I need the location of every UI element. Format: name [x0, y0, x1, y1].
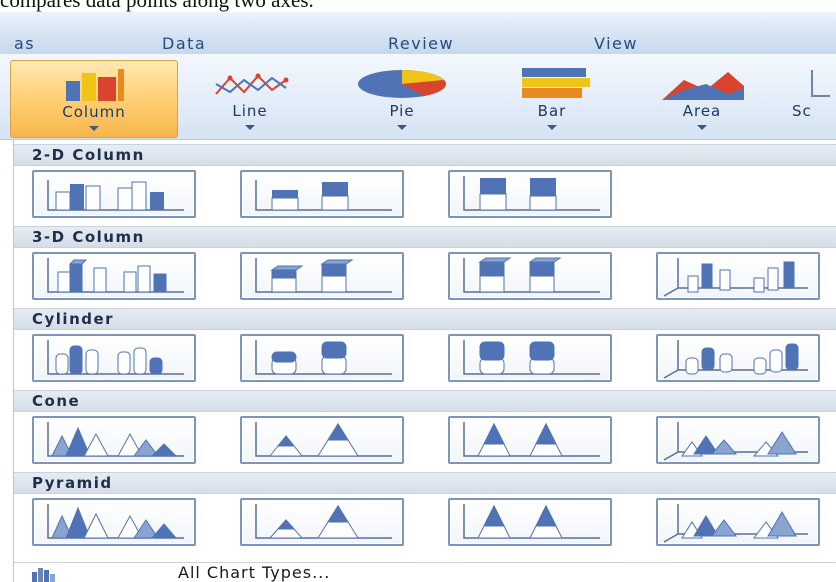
section-title: Cone: [32, 392, 81, 410]
line-chart-button[interactable]: Line: [190, 60, 310, 138]
pie-chart-label: Pie: [389, 102, 415, 120]
clustered-3d-column-icon: [47, 258, 184, 293]
line-chart-label: Line: [232, 102, 268, 120]
stacked-100-cylinder-icon: [463, 340, 600, 375]
line-chart-icon: [215, 73, 289, 95]
chevron-down-icon: [547, 125, 557, 130]
chevron-down-icon: [245, 125, 255, 130]
scatter-chart-label: Sc: [792, 102, 812, 120]
thumb-3d-column[interactable]: [656, 252, 820, 300]
column-chart-button[interactable]: Column: [10, 60, 178, 138]
column-chart-icon: [66, 69, 124, 101]
thumb-3d-cone[interactable]: [656, 416, 820, 464]
stacked-100-column-icon: [463, 176, 600, 211]
stacked-100-pyramid-icon: [463, 504, 600, 539]
pie-chart-button[interactable]: Pie: [342, 60, 462, 138]
thumb-100-stacked-column-3d[interactable]: [448, 252, 612, 300]
thumb-3d-cylinder[interactable]: [656, 334, 820, 382]
bar-chart-icon: [522, 68, 590, 98]
thumb-100-stacked-column[interactable]: [448, 170, 612, 218]
thumb-100-stacked-pyramid[interactable]: [448, 498, 612, 546]
clustered-column-icon: [47, 180, 184, 211]
document-text: compares data points along two axes.: [0, 0, 314, 12]
section-title: Pyramid: [32, 474, 113, 492]
chevron-down-icon: [397, 125, 407, 130]
clustered-cylinder-icon: [47, 340, 184, 375]
chevron-down-icon: [697, 125, 707, 130]
thumb-3d-pyramid[interactable]: [656, 498, 820, 546]
section-header-3d-column: 3-D Column: [14, 226, 836, 248]
thumb-clustered-cylinder[interactable]: [32, 334, 196, 382]
section-title: 3-D Column: [32, 228, 145, 246]
thumb-3d-clustered-column[interactable]: [32, 252, 196, 300]
thumb-100-stacked-cone[interactable]: [448, 416, 612, 464]
thumb-stacked-pyramid[interactable]: [240, 498, 404, 546]
bar-chart-button[interactable]: Bar: [492, 60, 612, 138]
section-header-cylinder: Cylinder: [14, 308, 836, 330]
column-3d-icon: [663, 258, 808, 297]
stacked-cone-icon: [255, 422, 392, 457]
tab-review[interactable]: Review: [388, 34, 454, 53]
stacked-3d-column-icon: [255, 258, 392, 293]
cone-3d-icon: [663, 422, 808, 461]
thumb-100-stacked-cylinder[interactable]: [448, 334, 612, 382]
all-chart-types-button[interactable]: All Chart Types...: [14, 562, 836, 582]
pyramid-3d-icon: [663, 504, 808, 543]
tab-formulas[interactable]: as: [14, 34, 35, 53]
stacked-100-3d-column-icon: [463, 257, 600, 293]
document-background: compares data points along two axes.: [0, 0, 836, 12]
thumb-stacked-cylinder[interactable]: [240, 334, 404, 382]
section-header-2d-column: 2-D Column: [14, 144, 836, 166]
all-chart-types-label: All Chart Types...: [178, 563, 331, 582]
thumb-stacked-column[interactable]: [240, 170, 404, 218]
section-header-pyramid: Pyramid: [14, 472, 836, 494]
clustered-pyramid-icon: [47, 504, 184, 539]
thumb-clustered-cone[interactable]: [32, 416, 196, 464]
tab-view[interactable]: View: [594, 34, 638, 53]
column-chart-label: Column: [62, 103, 126, 121]
ribbon-charts-group: Column Line Pie Bar Area Sc: [0, 54, 836, 140]
stacked-cylinder-icon: [255, 340, 392, 375]
thumb-clustered-pyramid[interactable]: [32, 498, 196, 546]
column-chart-gallery: 2-D Column 3-D Column Cylinder Cone Pyra…: [14, 140, 836, 582]
chevron-down-icon: [89, 126, 99, 131]
thumb-stacked-column-3d[interactable]: [240, 252, 404, 300]
stacked-pyramid-icon: [255, 504, 392, 539]
section-title: 2-D Column: [32, 146, 145, 164]
spreadsheet-edge: [0, 140, 14, 582]
tab-data[interactable]: Data: [162, 34, 206, 53]
all-chart-types-icon: [32, 568, 55, 582]
scatter-chart-icon: [811, 70, 830, 97]
stacked-100-cone-icon: [463, 422, 600, 457]
thumb-clustered-column[interactable]: [32, 170, 196, 218]
pie-chart-icon: [358, 70, 446, 98]
area-chart-icon: [662, 72, 744, 100]
cylinder-3d-icon: [663, 340, 808, 379]
section-header-cone: Cone: [14, 390, 836, 412]
ribbon-tabs: as Data Review View: [0, 12, 836, 54]
section-title: Cylinder: [32, 310, 115, 328]
area-chart-button[interactable]: Area: [642, 60, 762, 138]
bar-chart-label: Bar: [537, 102, 567, 120]
scatter-chart-button[interactable]: Sc: [792, 60, 836, 138]
clustered-cone-icon: [47, 422, 184, 457]
area-chart-label: Area: [682, 102, 722, 120]
thumb-stacked-cone[interactable]: [240, 416, 404, 464]
stacked-column-icon: [255, 180, 392, 211]
